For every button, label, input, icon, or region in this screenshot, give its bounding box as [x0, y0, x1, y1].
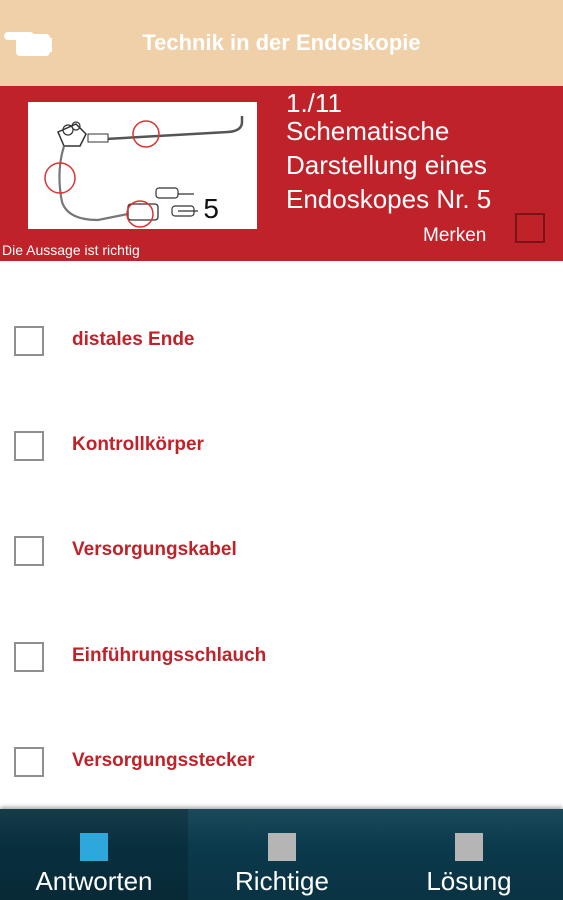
answer-checkbox[interactable] [14, 642, 44, 672]
tab-label: Antworten [35, 866, 153, 896]
answer-label: distales Ende [72, 329, 195, 350]
endoscope-diagram-image: 5 [28, 102, 257, 229]
answer-label: Versorgungsstecker [72, 750, 255, 771]
merken-checkbox[interactable] [515, 213, 545, 243]
answer-item[interactable]: distales Ende [0, 301, 563, 381]
answer-list: distales Ende Kontrollkörper Versorgungs… [0, 261, 563, 809]
bottom-tab-bar: Antworten Richtige Lösung [0, 809, 563, 900]
page-title: Technik in der Endoskopie [142, 30, 421, 55]
statement-label: Die Aussage ist richtig [2, 242, 140, 258]
tab-antworten[interactable]: Antworten [0, 809, 188, 900]
tab-label: Lösung [426, 866, 512, 896]
title-bar: Technik in der Endoskopie [0, 0, 563, 86]
tab-square-icon [455, 833, 483, 861]
answer-label: Kontrollkörper [72, 434, 204, 455]
answer-label: Einführungsschlauch [72, 645, 267, 666]
answer-item[interactable]: Versorgungskabel [0, 511, 563, 591]
answer-label: Versorgungskabel [72, 539, 237, 560]
endoscope-illustration [44, 116, 244, 228]
answer-checkbox[interactable] [14, 536, 44, 566]
question-panel: 5 Die Aussage ist richtig 1./11 Schemati… [0, 86, 563, 261]
tab-loesung[interactable]: Lösung [375, 809, 563, 900]
tab-label: Richtige [235, 866, 329, 896]
answer-item[interactable]: Kontrollkörper [0, 406, 563, 486]
tab-richtige[interactable]: Richtige [188, 809, 376, 900]
image-number: 5 [203, 193, 219, 224]
merken-label: Merken [423, 225, 487, 246]
answer-item[interactable]: Einführungsschlauch [0, 617, 563, 697]
answer-checkbox[interactable] [14, 431, 44, 461]
answer-checkbox[interactable] [14, 747, 44, 777]
answer-item[interactable]: Versorgungsstecker [0, 722, 563, 802]
tab-square-icon [268, 833, 296, 861]
question-text: Schematische Darstellung eines Endoskope… [286, 116, 492, 214]
tab-square-icon [80, 833, 108, 861]
answer-checkbox[interactable] [14, 326, 44, 356]
